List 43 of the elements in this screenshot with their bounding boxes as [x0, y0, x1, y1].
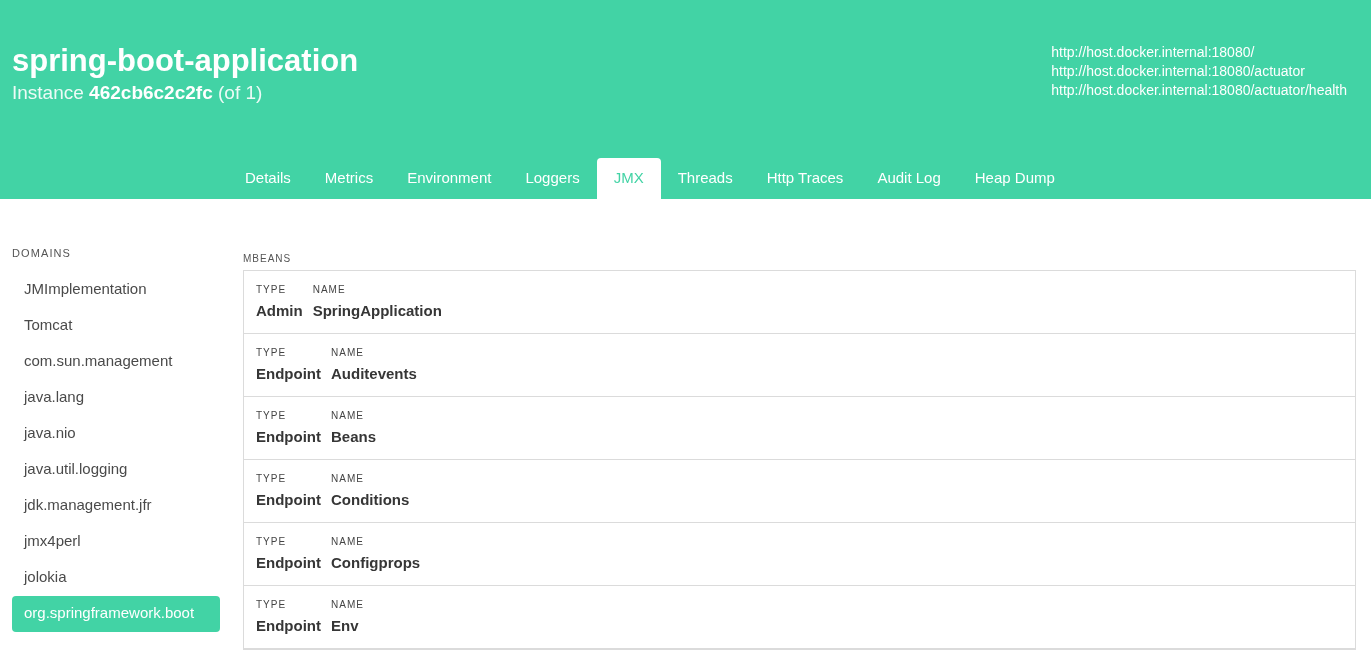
mbean-value: Endpoint	[256, 427, 321, 447]
mbean-value: Beans	[331, 427, 376, 447]
domain-item[interactable]: java.util.logging	[12, 451, 220, 488]
mbean-value: Endpoint	[256, 553, 321, 573]
mbean-row[interactable]: TYPE Admin NAME SpringApplication	[244, 271, 1355, 334]
mbean-value: Endpoint	[256, 364, 321, 384]
mbean-value: Endpoint	[256, 616, 321, 636]
mbean-value: Configprops	[331, 553, 421, 573]
mbean-value: Env	[331, 616, 360, 636]
column-label: TYPE	[256, 283, 288, 297]
domain-item[interactable]: JMImplementation	[12, 271, 220, 308]
mbean-value: Admin	[256, 301, 303, 321]
domain-item[interactable]: java.nio	[12, 415, 220, 452]
column-label: NAME	[331, 409, 365, 423]
domain-item[interactable]: jdk.management.jfr	[12, 487, 220, 524]
column-label: TYPE	[256, 472, 288, 486]
mbean-value: Auditevents	[331, 364, 417, 384]
section-heading: MBEANS	[243, 252, 293, 266]
mbean-row[interactable]: TYPE Endpoint NAME Configprops	[244, 523, 1355, 586]
mbean-row[interactable]: TYPE Endpoint NAME Conditions	[244, 460, 1355, 523]
mbean-value: Conditions	[331, 490, 410, 510]
mbean-row[interactable]: TYPE Endpoint NAME Beans	[244, 397, 1355, 460]
column-label: TYPE	[256, 598, 288, 612]
column-label: TYPE	[256, 535, 288, 549]
column-label: NAME	[331, 472, 365, 486]
section-heading: DOMAINS	[12, 246, 73, 261]
domain-item[interactable]: jmx4perl	[12, 523, 220, 560]
domain-item[interactable]: Tomcat	[12, 307, 220, 344]
instance-subtitle: Instance 462cb6c2c2fc (of 1)	[12, 81, 264, 105]
domain-item[interactable]: java.lang	[12, 379, 220, 416]
domain-item[interactable]: jolokia	[12, 559, 220, 596]
column-label: NAME	[312, 283, 347, 297]
mbean-value: SpringApplication	[312, 301, 442, 321]
column-label: TYPE	[256, 346, 288, 360]
app-title: spring-boot-application	[12, 42, 359, 80]
column-label: NAME	[331, 346, 365, 360]
mbean-value: Endpoint	[256, 490, 321, 510]
column-label: TYPE	[256, 409, 288, 423]
column-label: NAME	[331, 535, 365, 549]
mbean-row[interactable]: TYPE Endpoint NAME Auditevents	[244, 334, 1355, 397]
mbean-row[interactable]: TYPE Endpoint NAME Env	[244, 586, 1355, 649]
column-label: NAME	[331, 598, 364, 612]
domain-item[interactable]: com.sun.management	[12, 343, 220, 380]
